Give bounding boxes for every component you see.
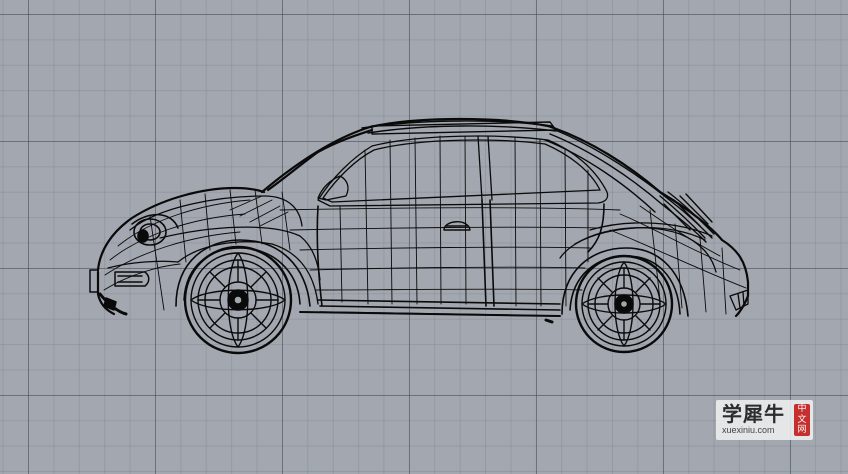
- side-skirt: [299, 311, 561, 324]
- watermark-seal: 中文网: [794, 404, 810, 436]
- watermark-logo: 学犀牛 xuexiniu.com 中文网: [716, 400, 813, 440]
- front-wheel: [183, 245, 293, 355]
- door-panels: [316, 199, 605, 317]
- side-windows: [317, 135, 609, 207]
- rear-wheel: [574, 254, 674, 354]
- rhino-viewport[interactable]: 学犀牛 xuexiniu.com 中文网: [0, 0, 848, 474]
- headlight: [131, 213, 179, 246]
- door-handle: [443, 221, 471, 231]
